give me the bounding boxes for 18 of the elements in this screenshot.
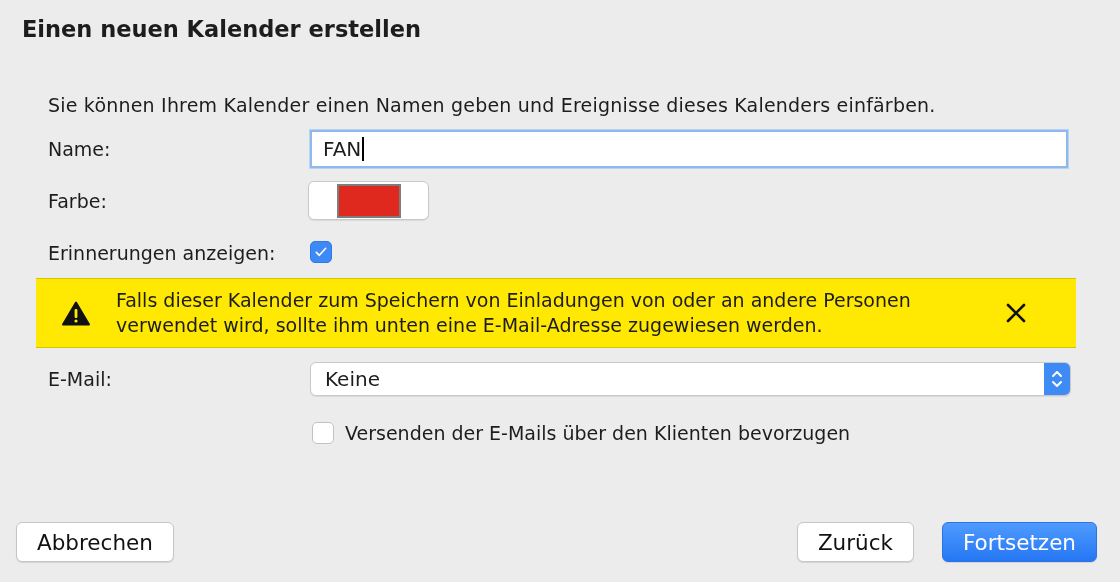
name-field[interactable]: FAN [310, 130, 1068, 168]
color-well[interactable] [308, 181, 429, 220]
field-label: Farbe: [48, 189, 107, 212]
field-label: Erinnerungen anzeigen: [48, 241, 276, 264]
close-icon[interactable] [1006, 303, 1026, 323]
field-label: E-Mail: [48, 368, 112, 390]
dialog-title: Einen neuen Kalender erstellen [22, 16, 421, 42]
cancel-button[interactable]: Abbrechen [16, 522, 174, 562]
email-dropdown[interactable]: Keine [310, 362, 1071, 396]
description-text: Sie können Ihrem Kalender einen Namen geben und Ereignisse dieses Kalenders einfärben. [48, 94, 936, 116]
back-button[interactable]: Zurück [796, 522, 914, 562]
warning-icon [62, 300, 90, 326]
field-label: Name: [48, 138, 111, 160]
warning-text: Falls dieser Kalender zum Speichern von Einladungen von oder an andere Personen verwendet wird, sollte ihm unten eine E-Mail-Adresse zugewiesen werden. [116, 288, 912, 338]
checkbox[interactable] [310, 241, 332, 263]
stepper-icon[interactable] [1044, 363, 1070, 395]
checkbox[interactable] [312, 422, 334, 444]
checkbox-label: Versenden der E-Mails über den Klienten bevorzugen [345, 422, 851, 444]
